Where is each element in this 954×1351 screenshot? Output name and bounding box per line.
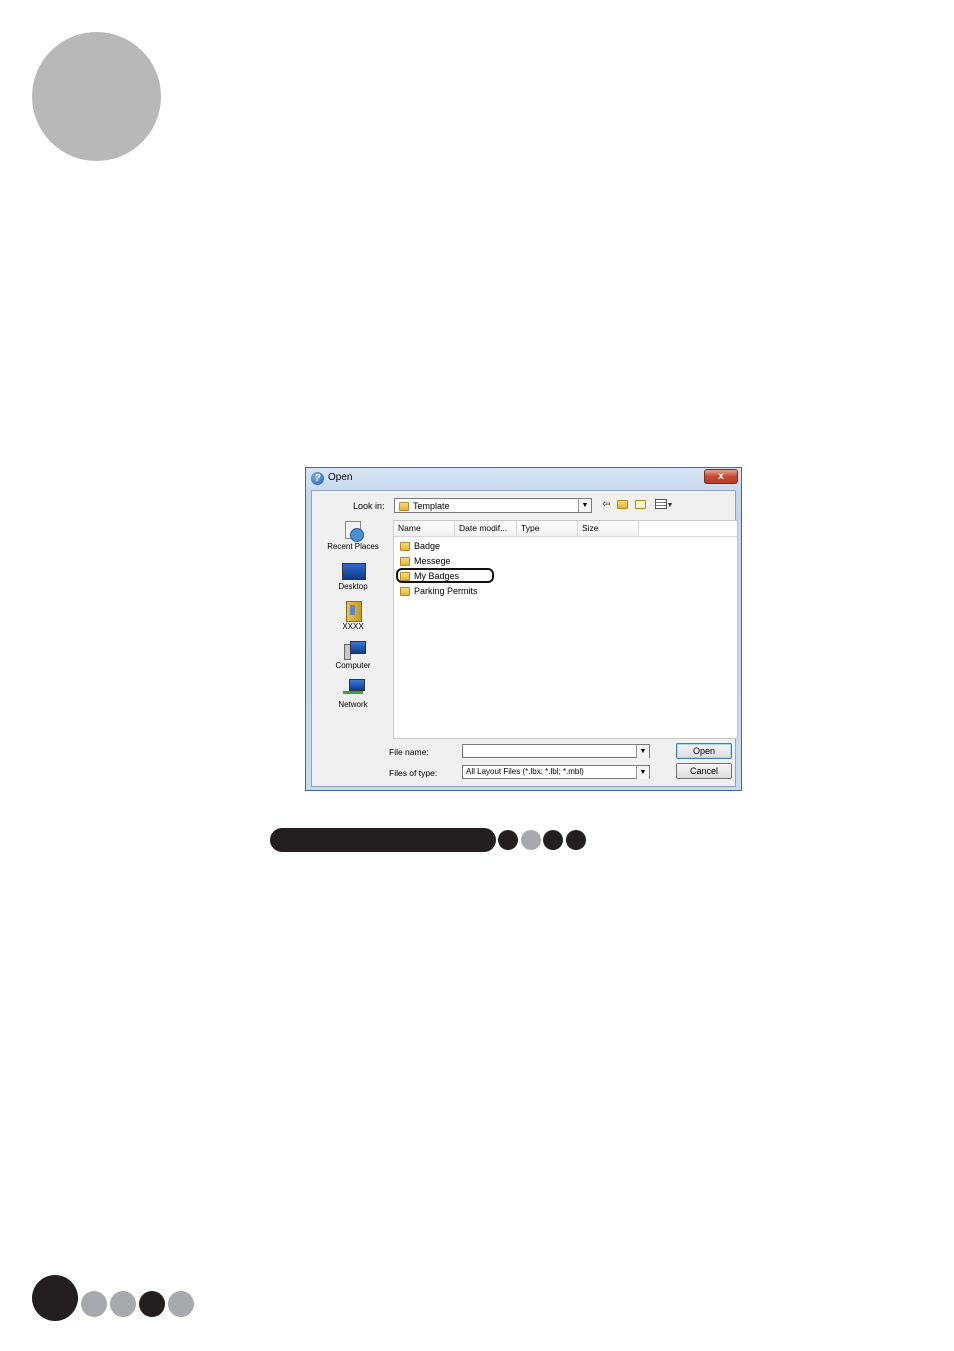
new-folder-icon[interactable] — [635, 499, 648, 510]
back-icon[interactable]: ⇦ — [600, 499, 613, 510]
place-desktop[interactable]: Desktop — [318, 561, 388, 591]
decorative-dot — [168, 1291, 194, 1317]
column-header-size[interactable]: Size — [578, 521, 639, 536]
list-item[interactable]: Parking Permits — [400, 584, 478, 598]
open-dialog: ? Open x Look in: Template ▼ ⇦ ▼ Recent … — [305, 467, 742, 791]
close-button[interactable]: x — [704, 469, 738, 484]
desktop-icon — [341, 561, 366, 581]
section-heading-bar — [270, 828, 496, 852]
decorative-dot — [139, 1291, 165, 1317]
decorative-dot — [81, 1291, 107, 1317]
file-type-label: Files of type: — [389, 768, 438, 778]
dialog-client: Look in: Template ▼ ⇦ ▼ Recent Places De… — [311, 490, 738, 787]
place-recent-places[interactable]: Recent Places — [318, 521, 388, 551]
place-label: XXXX — [342, 622, 364, 631]
folder-icon — [400, 557, 410, 567]
column-header-name[interactable]: Name — [394, 521, 455, 536]
look-in-value: Template — [413, 501, 450, 511]
list-item[interactable]: Messege — [400, 554, 451, 568]
highlight-callout — [396, 568, 494, 583]
app-icon: ? — [311, 472, 324, 485]
place-label: Desktop — [338, 582, 368, 591]
place-network[interactable]: Network — [318, 679, 388, 709]
file-name: Badge — [414, 541, 441, 551]
place-label: Computer — [335, 661, 371, 670]
computer-icon — [341, 640, 366, 660]
list-item[interactable]: Badge — [400, 539, 440, 553]
decorative-dot — [520, 830, 541, 850]
page-number-circle — [32, 1275, 78, 1321]
file-name-field[interactable]: ▼ — [462, 744, 650, 758]
dialog-titlebar[interactable]: ? Open x — [306, 468, 741, 490]
file-type-value: All Layout Files (*.lbx; *.lbl; *.mbl) — [466, 767, 584, 776]
folder-icon — [400, 542, 410, 552]
cancel-button[interactable]: Cancel — [676, 763, 732, 779]
column-header-type[interactable]: Type — [517, 521, 578, 536]
decorative-dot — [543, 830, 563, 850]
open-button[interactable]: Open — [676, 743, 732, 759]
file-name-label: File name: — [389, 747, 429, 757]
place-label: Recent Places — [327, 542, 379, 551]
column-header-date[interactable]: Date modif... — [455, 521, 517, 536]
file-list[interactable]: Name Date modif... Type Size Badge Messe… — [393, 520, 738, 739]
file-name: Messege — [414, 556, 451, 566]
chevron-down-icon[interactable]: ▼ — [636, 766, 649, 779]
folder-icon — [399, 502, 409, 511]
user-folder-icon — [341, 601, 365, 622]
place-user[interactable]: XXXX — [318, 601, 388, 631]
list-item[interactable]: My Badges — [396, 568, 494, 583]
header-divider — [394, 536, 737, 537]
place-label: Network — [338, 700, 368, 709]
decorative-dot — [498, 830, 518, 850]
chapter-circle-decoration — [32, 32, 161, 161]
place-computer[interactable]: Computer — [318, 640, 388, 670]
decorative-dot — [110, 1291, 136, 1317]
file-type-select[interactable]: All Layout Files (*.lbx; *.lbl; *.mbl) ▼ — [462, 765, 650, 779]
recent-places-icon — [341, 521, 365, 542]
file-name: Parking Permits — [414, 586, 478, 596]
decorative-dot — [565, 830, 586, 850]
places-bar: Recent Places Desktop XXXX Computer Netw… — [318, 519, 388, 739]
folder-icon — [400, 587, 410, 597]
network-icon — [341, 679, 365, 699]
up-folder-icon[interactable] — [617, 499, 630, 510]
views-menu-icon[interactable]: ▼ — [653, 499, 675, 510]
folder-icon — [400, 572, 410, 582]
chevron-down-icon[interactable]: ▼ — [578, 499, 591, 512]
dialog-title: Open — [328, 472, 353, 483]
chevron-down-icon[interactable]: ▼ — [636, 745, 649, 758]
look-in-label: Look in: — [353, 501, 385, 511]
look-in-combo[interactable]: Template ▼ — [394, 498, 592, 513]
